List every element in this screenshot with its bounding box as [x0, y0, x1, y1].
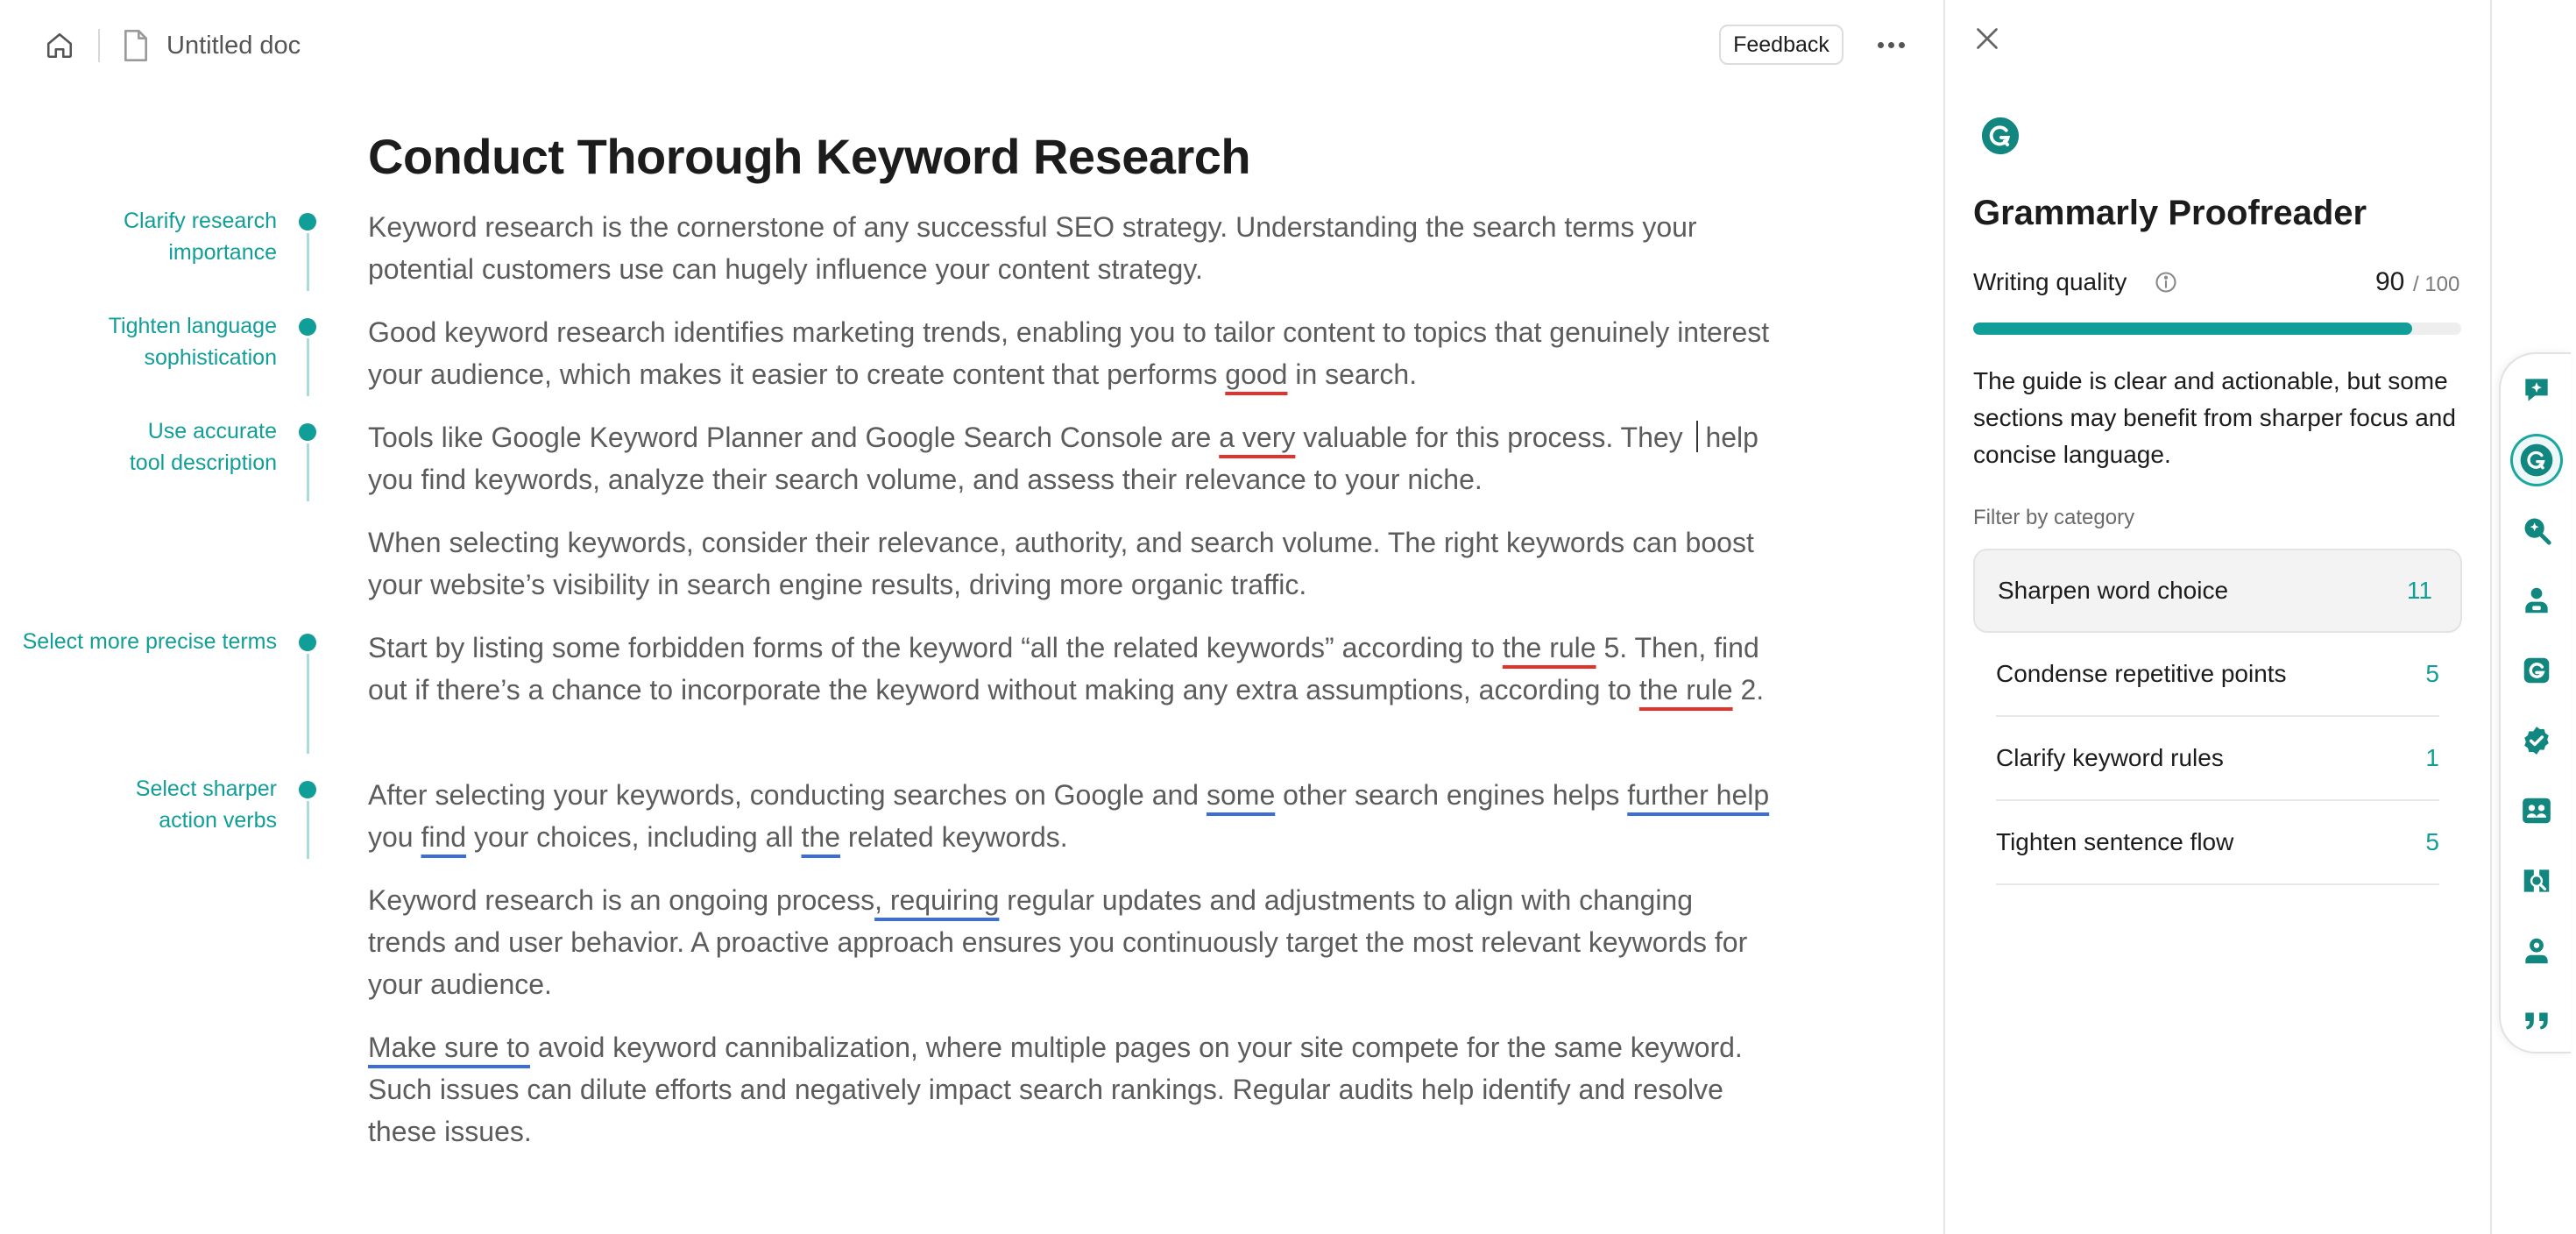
correctness-suggestion[interactable]: the rule [1503, 632, 1596, 663]
writing-quality-label: Writing quality [1973, 268, 2127, 295]
writing-quality-score: 90 [2375, 267, 2405, 296]
top-divider [98, 29, 100, 62]
category-clarify-keyword-rules[interactable]: Clarify keyword rules 1 [1996, 717, 2439, 801]
suggestion-range-line [307, 654, 309, 754]
suggestion-label[interactable]: Select sharper action verbs [136, 773, 277, 836]
expert-review-button[interactable] [2513, 927, 2560, 975]
ai-chat-button[interactable] [2513, 366, 2560, 414]
category-list: Sharpen word choice 11 Condense repetiti… [1973, 549, 2462, 885]
suggestion-dot[interactable] [299, 318, 316, 336]
paragraph[interactable]: After selecting your keywords, conductin… [368, 774, 1770, 858]
category-name: Condense repetitive points [1996, 660, 2287, 687]
plagiarism-icon [2523, 869, 2550, 892]
suggestion-range-line [307, 233, 309, 291]
audience-button[interactable] [2513, 787, 2560, 834]
info-icon[interactable] [2154, 270, 2178, 294]
fact-check-button[interactable] [2513, 717, 2560, 764]
document-title[interactable]: Untitled doc [166, 30, 301, 61]
suggestion-label[interactable]: Tighten language sophistication [109, 310, 277, 373]
clarity-suggestion[interactable]: the [802, 821, 840, 853]
paragraph[interactable]: Start by listing some forbidden forms of… [368, 627, 1770, 711]
paragraph[interactable]: Tools like Google Keyword Planner and Go… [368, 416, 1770, 500]
clarity-suggestion[interactable]: , requiring [874, 884, 999, 916]
citation-button[interactable] [2513, 997, 2560, 1045]
category-condense-repetitive-points[interactable]: Condense repetitive points 5 [1996, 633, 2439, 717]
category-count: 5 [2425, 660, 2439, 687]
category-tighten-sentence-flow[interactable]: Tighten sentence flow 5 [1996, 801, 2439, 885]
paragraph[interactable]: Keyword research is the cornerstone of a… [368, 206, 1770, 290]
feedback-button[interactable]: Feedback [1719, 25, 1844, 65]
panel-divider [1943, 0, 1945, 1234]
top-bar: Untitled doc Feedback [0, 0, 1943, 91]
writing-quality-bar [1973, 323, 2461, 335]
home-button[interactable] [40, 28, 79, 63]
paraphrase-icon [2523, 657, 2550, 684]
document-icon [124, 30, 148, 61]
agent-toolbar [2499, 352, 2571, 1053]
ai-chat-icon [2525, 379, 2548, 401]
reader-icon [2525, 587, 2548, 613]
text-cursor [1695, 421, 1698, 452]
paragraph[interactable]: Make sure to avoid keyword cannibalizati… [368, 1026, 1770, 1152]
search-insight-button[interactable] [2513, 507, 2560, 554]
grammarly-proofreader-button[interactable] [2513, 436, 2560, 484]
clarity-suggestion[interactable]: Make sure to [368, 1032, 530, 1063]
writing-quality-max: / 100 [2413, 273, 2460, 296]
grammarly-logo-icon [1981, 117, 2020, 155]
suggestion-range-line [307, 801, 309, 859]
clarity-suggestion[interactable]: some [1207, 779, 1275, 811]
suggestion-label[interactable]: Select more precise terms [23, 626, 277, 657]
search-insight-icon [2524, 518, 2551, 545]
clarity-suggestion[interactable]: further help [1627, 779, 1769, 811]
citation-icon [2525, 1012, 2548, 1030]
suggestion-dot[interactable] [299, 423, 316, 441]
suggestion-label[interactable]: Clarify research importance [124, 205, 277, 268]
category-count: 5 [2425, 828, 2439, 855]
category-name: Tighten sentence flow [1996, 828, 2234, 855]
expert-icon [2525, 938, 2548, 964]
correctness-suggestion[interactable]: a very [1219, 422, 1295, 453]
audience-icon [2523, 798, 2551, 824]
quality-summary: The guide is clear and actionable, but s… [1973, 367, 2456, 468]
toolbar-divider [2490, 0, 2492, 1234]
document-heading[interactable]: Conduct Thorough Keyword Research [368, 126, 1251, 188]
home-icon [46, 32, 73, 59]
suggestion-range-line [307, 338, 309, 396]
suggestion-dot[interactable] [299, 634, 316, 651]
paragraph[interactable]: Keyword research is an ongoing process, … [368, 879, 1770, 1005]
writing-quality-bar-fill [1973, 323, 2413, 335]
panel-title: Grammarly Proofreader [1973, 194, 2367, 232]
suggestion-label[interactable]: Use accurate tool description [130, 415, 277, 479]
suggestion-dot[interactable] [299, 213, 316, 230]
suggestion-range-line [307, 443, 309, 501]
plagiarism-button[interactable] [2513, 857, 2560, 904]
paragraph[interactable]: When selecting keywords, consider their … [368, 521, 1770, 606]
suggestion-dot[interactable] [299, 781, 316, 798]
category-name: Clarify keyword rules [1996, 744, 2224, 771]
correctness-suggestion[interactable]: the rule [1639, 674, 1733, 706]
more-icon [1877, 41, 1884, 48]
clarity-suggestion[interactable]: find [421, 821, 466, 853]
paraphrase-button[interactable] [2513, 647, 2560, 694]
more-options-button[interactable] [1872, 32, 1910, 58]
correctness-suggestion[interactable]: good [1225, 358, 1287, 390]
grammarly-icon [2520, 443, 2553, 477]
category-count: 1 [2425, 744, 2439, 771]
reader-reactions-button[interactable] [2513, 577, 2560, 624]
category-count: 11 [2406, 577, 2432, 604]
category-sharpen-word-choice[interactable]: Sharpen word choice 11 [1973, 549, 2462, 633]
verified-icon [2524, 727, 2549, 755]
category-name: Sharpen word choice [1998, 577, 2229, 604]
close-icon[interactable] [1971, 23, 2003, 54]
filter-label: Filter by category [1973, 506, 2135, 529]
paragraph[interactable]: Good keyword research identifies marketi… [368, 311, 1770, 395]
